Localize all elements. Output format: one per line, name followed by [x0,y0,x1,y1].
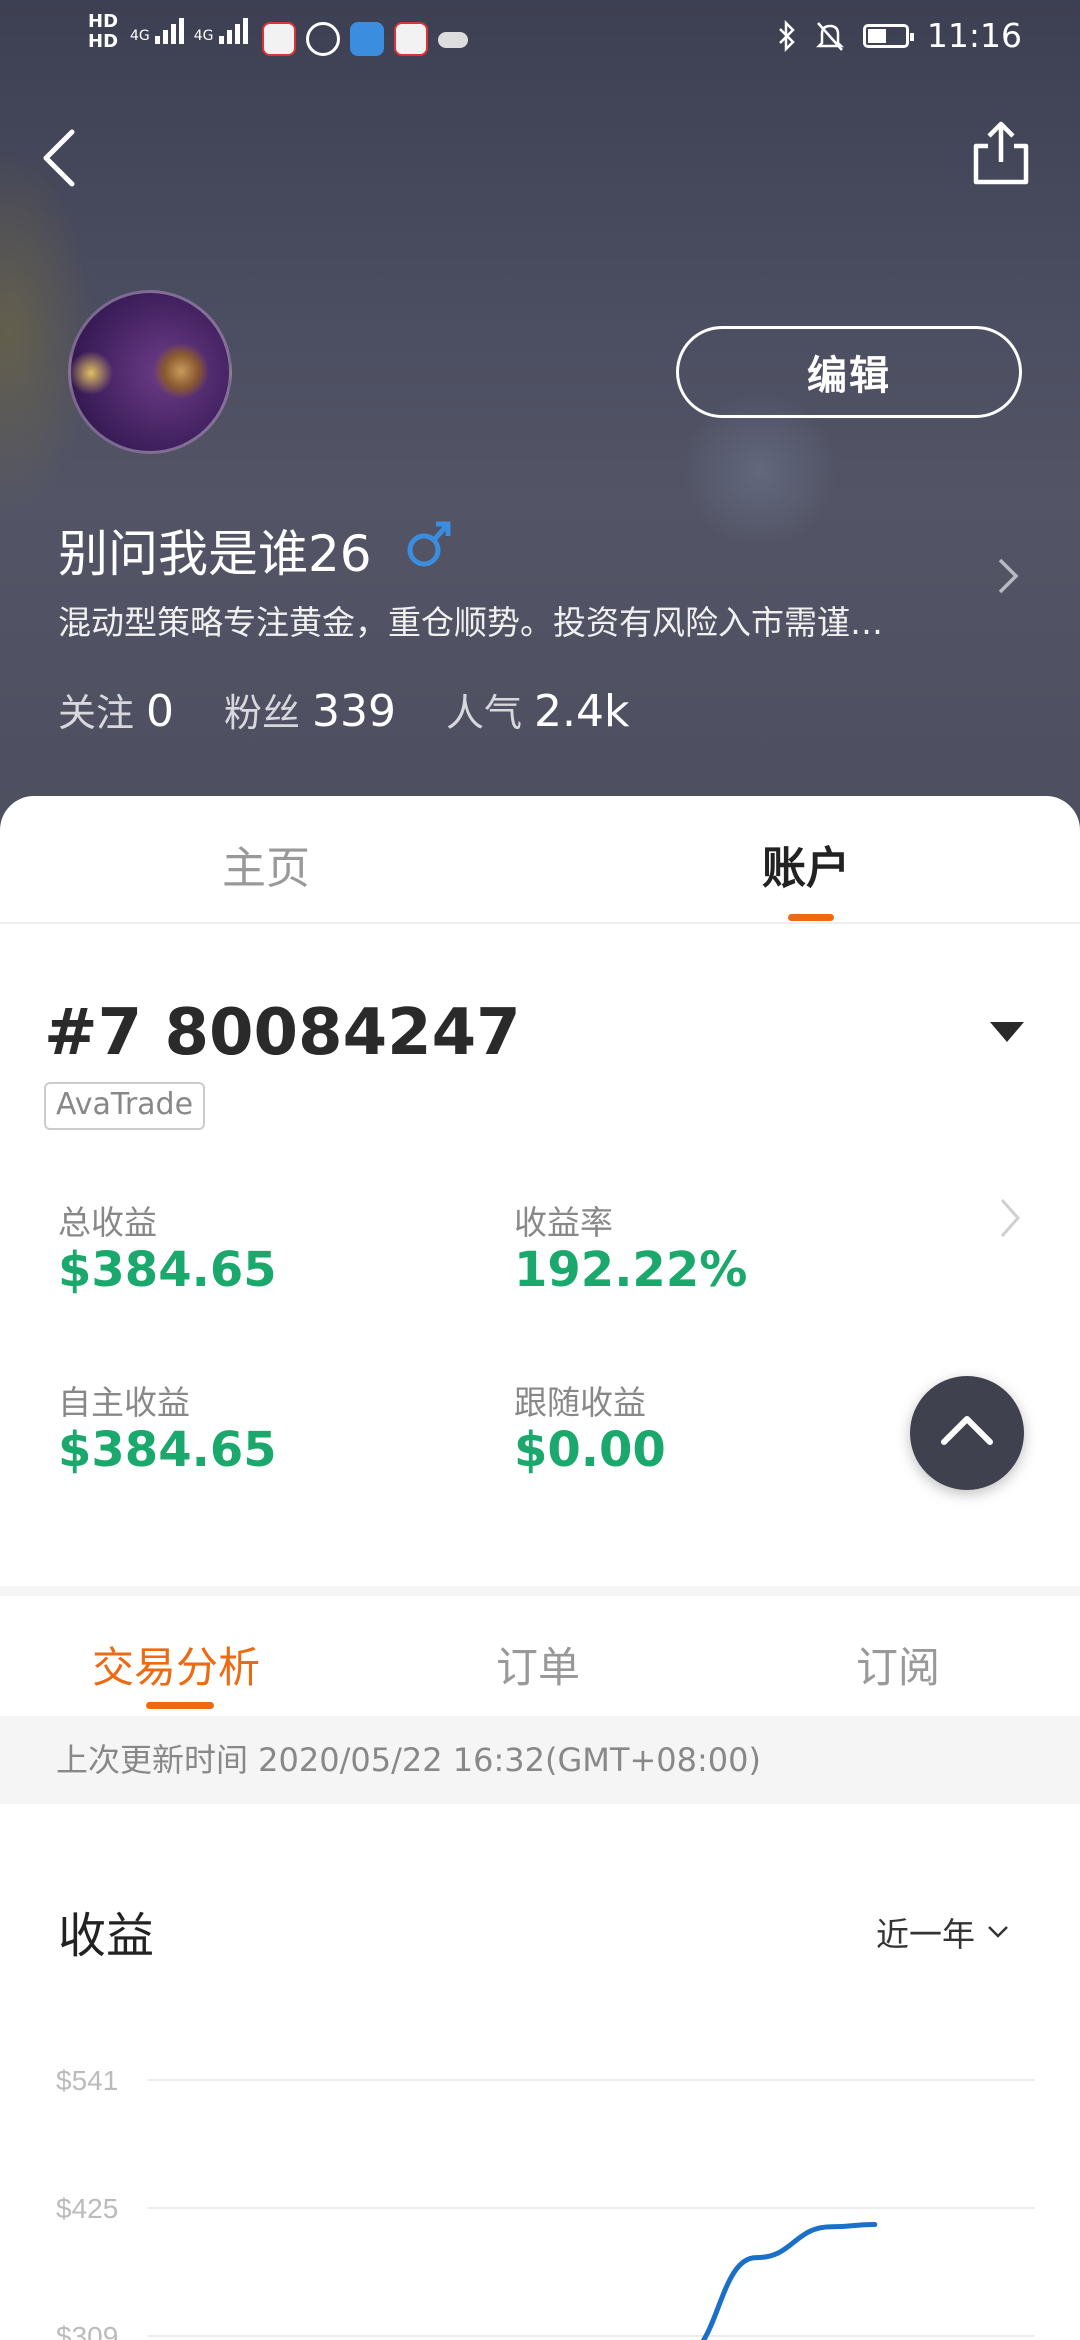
cloud-icon [438,32,468,48]
edit-profile-button[interactable]: 编辑 [676,326,1022,418]
active-subtab-indicator [146,1702,214,1709]
metric-label-total-profit: 总收益 [58,1203,157,1242]
stat-label: 人气 [446,691,523,735]
broker-badge: AvaTrade [44,1082,206,1130]
account-number: #7 80084247 [44,996,521,1070]
y-tick-label: $425 [56,2193,118,2224]
stat-followers[interactable]: 粉丝 339 [224,682,396,737]
metric-label-return-rate: 收益率 [514,1203,613,1242]
metric-value-total-profit: $384.65 [58,1242,277,1298]
avatar[interactable] [68,290,232,454]
clock: 11:16 [926,16,1022,55]
chevron-down-icon [988,1926,1008,1938]
profit-chart: $541 $425 $309 [56,2065,1034,2340]
y-tick-label: $309 [56,2321,118,2340]
section-divider [0,1586,1080,1596]
signal-icon: 4G [194,18,248,44]
notification-icons [262,22,468,56]
status-bar: HD HD 4G 4G 11:16 [0,0,1080,80]
metric-label-follow-profit: 跟随收益 [514,1383,646,1422]
y-tick-label: $541 [56,2065,118,2096]
scroll-to-top-button[interactable] [910,1376,1024,1490]
network-type-1: 4G [130,28,150,44]
stat-label: 关注 [58,691,135,735]
tab-subscriptions[interactable]: 订阅 [856,1634,940,1695]
metric-label-own-profit: 自主收益 [58,1383,190,1422]
tab-account[interactable]: 账户 [762,832,850,896]
active-tab-indicator [788,914,834,921]
male-gender-icon [407,521,451,567]
signal-icon: 4G [130,18,184,44]
metric-value-follow-profit: $0.00 [514,1422,666,1478]
stat-value: 339 [312,686,397,737]
main-tabs: 主页 账户 [0,796,1080,924]
tab-trade-analysis[interactable]: 交易分析 [92,1634,260,1695]
caret-down-icon[interactable] [988,1020,1026,1044]
chevron-up-icon [941,1416,993,1445]
stat-value: 2.4k [534,686,630,737]
compass-icon [306,22,340,56]
profile-bio[interactable]: 混动型策略专注黄金，重仓顺势。投资有风险入市需谨… [58,596,938,644]
chevron-right-icon[interactable] [996,556,1020,596]
profile-header: HD HD 4G 4G 11:16 编辑 别问我是谁26 混动型策略专注黄金，重… [0,0,1080,830]
metric-value-return-rate: 192.22% [514,1242,748,1298]
share-icon[interactable] [970,118,1032,188]
stat-following[interactable]: 关注 0 [58,682,174,737]
username: 别问我是谁26 [58,525,372,583]
tab-orders[interactable]: 订单 [496,1634,580,1695]
profit-chart-title: 收益 [58,1908,155,1964]
profile-stats: 关注 0 粉丝 339 人气 2.4k [58,682,630,737]
battery-icon [862,23,914,48]
time-range-select[interactable]: 近一年 [876,1908,1009,1956]
sina-icon [394,22,428,56]
signal-icons: 4G 4G [130,18,248,44]
hd-label-2: HD [88,31,119,52]
hd-indicator: HD HD [88,12,118,52]
profit-series-line [700,2222,878,2340]
account-sheet: 主页 账户 #7 80084247 AvaTrade 总收益 $384.65 收… [0,796,1080,2340]
tab-home[interactable]: 主页 [222,832,310,896]
stat-popularity: 人气 2.4k [446,682,629,737]
app-icon [350,22,384,56]
mute-icon [815,21,844,51]
network-type-2: 4G [193,28,214,44]
back-icon[interactable] [40,128,80,188]
stat-label: 粉丝 [224,691,301,735]
metric-value-own-profit: $384.65 [58,1422,277,1478]
status-right: 11:16 [777,16,1022,55]
bluetooth-icon [779,19,795,52]
stat-value: 0 [146,686,175,737]
chevron-right-icon[interactable] [998,1196,1022,1240]
sina-icon [262,22,296,56]
time-range-label: 近一年 [876,1915,975,1954]
hd-label-1: HD [88,11,119,32]
last-updated-text: 上次更新时间 2020/05/22 16:32(GMT+08:00) [0,1716,1080,1804]
